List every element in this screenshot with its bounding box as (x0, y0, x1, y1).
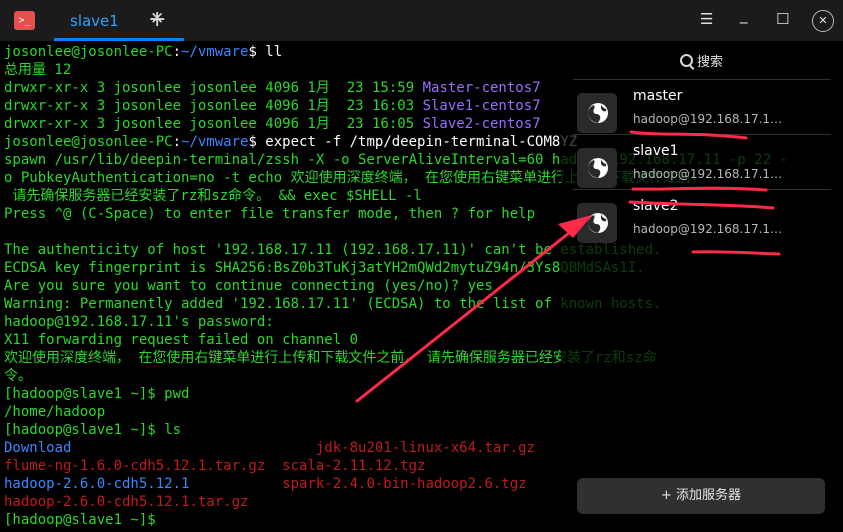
server-icon-tile (577, 93, 617, 133)
terminal-text: Are you sure you want to continue connec… (4, 278, 493, 294)
close-circle-icon[interactable]: ✕ (812, 10, 834, 32)
terminal-line: X11 forwarding request failed on channel… (4, 331, 358, 349)
terminal-text: 令。 (4, 368, 32, 384)
server-item-slave2[interactable]: slave2 hadoop@192.168.17.1… (573, 189, 831, 246)
terminal-line: josonlee@josonlee-PC:~/vmware$ ll (4, 43, 282, 61)
remote-server-panel: 搜索 master hadoop@192.168.17.1… slave1 ha… (561, 41, 843, 532)
server-address: hadoop@192.168.17.1… (633, 167, 783, 181)
terminal-text: ~/vmware (181, 44, 249, 60)
terminal-text: [hadoop@slave1 ~]$ (4, 512, 165, 528)
terminal-text: flume-ng-1.6.0-cdh5.12.1.tar.gz (4, 458, 266, 474)
add-server-button[interactable]: + 添加服务器 (577, 478, 825, 514)
terminal-text: drwxr-xr-x 3 josonlee josonlee 4096 1月 2… (4, 116, 423, 132)
tab-label: slave1 (70, 12, 119, 30)
server-icon-tile (577, 203, 617, 243)
terminal-line: josonlee@josonlee-PC:~/vmware$ expect -f… (4, 133, 577, 151)
terminal-line: 欢迎使用深度终端， 在您使用右键菜单进行上传和下载文件之前， 请先确保服务器已经… (4, 349, 657, 367)
terminal-text: ~/vmware (181, 134, 249, 150)
server-item-slave1[interactable]: slave1 hadoop@192.168.17.1… (573, 134, 831, 191)
terminal-text: $ ll (248, 44, 283, 60)
server-name: master (633, 88, 683, 104)
search-label[interactable]: 搜索 (697, 51, 723, 70)
terminal-text: spark-2.4.0-bin-hadoop2.6.tgz (282, 476, 527, 492)
minimize-icon[interactable]: _ (740, 6, 748, 24)
terminal-line: [hadoop@slave1 ~]$ ls (4, 421, 181, 439)
terminal-line: flume-ng-1.6.0-cdh5.12.1.tar.gz scala-2.… (4, 457, 425, 475)
terminal-line: 总用量 12 (4, 61, 71, 79)
terminal-text: 欢迎使用深度终端， 在您使用右键菜单进行上传和下载文件之前， 请先确保服务器已经… (4, 350, 657, 366)
terminal-text: Download (4, 440, 72, 456)
terminal-text: Master-centos7 (422, 80, 541, 96)
terminal-line: drwxr-xr-x 3 josonlee josonlee 4096 1月 2… (4, 115, 541, 133)
terminal-line: /home/hadoop (4, 403, 105, 421)
server-address: hadoop@192.168.17.1… (633, 222, 783, 236)
terminal-line: [hadoop@slave1 ~]$ (4, 511, 164, 529)
terminal-line: Press ^@ (C-Space) to enter file transfe… (4, 205, 535, 223)
terminal-text: [hadoop@slave1 ~]$ pwd (4, 386, 190, 402)
terminal-text: Slave1-centos7 (422, 98, 541, 114)
server-name: slave2 (633, 198, 679, 214)
terminal-line: Download jdk-8u201-linux-x64.tar.gz (4, 439, 535, 457)
globe-icon (588, 158, 608, 178)
server-icon-tile (577, 148, 617, 188)
terminal-text: [hadoop@slave1 ~]$ ls (4, 422, 182, 438)
hamburger-menu-icon[interactable]: ☰ (700, 10, 713, 28)
search-icon[interactable] (680, 54, 693, 67)
terminal-text: hadoop-2.6.0-cdh5.12.1 (4, 476, 190, 492)
terminal-text: 请先确保服务器已经安装了rz和sz命令。 && exec $SHELL -l (4, 188, 422, 204)
server-item-master[interactable]: master hadoop@192.168.17.1… (573, 79, 831, 136)
terminal-line: 请先确保服务器已经安装了rz和sz命令。 && exec $SHELL -l (4, 187, 422, 205)
terminal-text: X11 forwarding request failed on channel… (4, 332, 359, 348)
terminal-text: josonlee@josonlee-PC (4, 44, 173, 60)
terminal-text: drwxr-xr-x 3 josonlee josonlee 4096 1月 2… (4, 80, 423, 96)
server-address: hadoop@192.168.17.1… (633, 112, 783, 126)
server-name: slave1 (633, 143, 679, 159)
terminal-text: : (172, 134, 182, 150)
terminal-text: Press ^@ (C-Space) to enter file transfe… (4, 206, 536, 222)
globe-icon (588, 213, 608, 233)
terminal-text: hadoop@192.168.17.11's password: (4, 314, 274, 330)
terminal-text: josonlee@josonlee-PC (4, 134, 173, 150)
terminal-text: : (172, 44, 182, 60)
terminal-text: 总用量 12 (4, 62, 72, 78)
terminal-text: hadoop-2.6.0-cdh5.12.1.tar.gz (4, 494, 249, 510)
terminal-line: hadoop-2.6.0-cdh5.12.1 spark-2.4.0-bin-h… (4, 475, 527, 493)
terminal-line: drwxr-xr-x 3 josonlee josonlee 4096 1月 2… (4, 97, 541, 115)
globe-icon (588, 103, 608, 123)
terminal-line: 令。 (4, 367, 32, 385)
terminal-text: ECDSA key fingerprint is SHA256:BsZ0b3Tu… (4, 260, 645, 276)
terminal-line: hadoop@192.168.17.11's password: (4, 313, 274, 331)
terminal-text: scala-2.11.12.tgz (282, 458, 426, 474)
terminal-line: ECDSA key fingerprint is SHA256:BsZ0b3Tu… (4, 259, 645, 277)
terminal-text: jdk-8u201-linux-x64.tar.gz (315, 440, 536, 456)
terminal-line: [hadoop@slave1 ~]$ pwd (4, 385, 189, 403)
terminal-line: Are you sure you want to continue connec… (4, 277, 493, 295)
terminal-text: drwxr-xr-x 3 josonlee josonlee 4096 1月 2… (4, 98, 423, 114)
terminal-line: hadoop-2.6.0-cdh5.12.1.tar.gz (4, 493, 248, 511)
terminal-app-icon[interactable]: >_ (14, 11, 35, 30)
terminal-text: $ expect -f /tmp/deepin-terminal-COM8YZ (248, 134, 578, 150)
terminal-text: /home/hadoop (4, 404, 106, 420)
terminal-line: drwxr-xr-x 3 josonlee josonlee 4096 1月 2… (4, 79, 541, 97)
maximize-icon[interactable]: ☐ (776, 10, 789, 28)
terminal-text: Slave2-centos7 (422, 116, 541, 132)
plus-icon[interactable]: + (148, 7, 166, 32)
title-bar: >_ slave1 ✕ + ☰ _ ☐ ✕ (0, 0, 843, 41)
